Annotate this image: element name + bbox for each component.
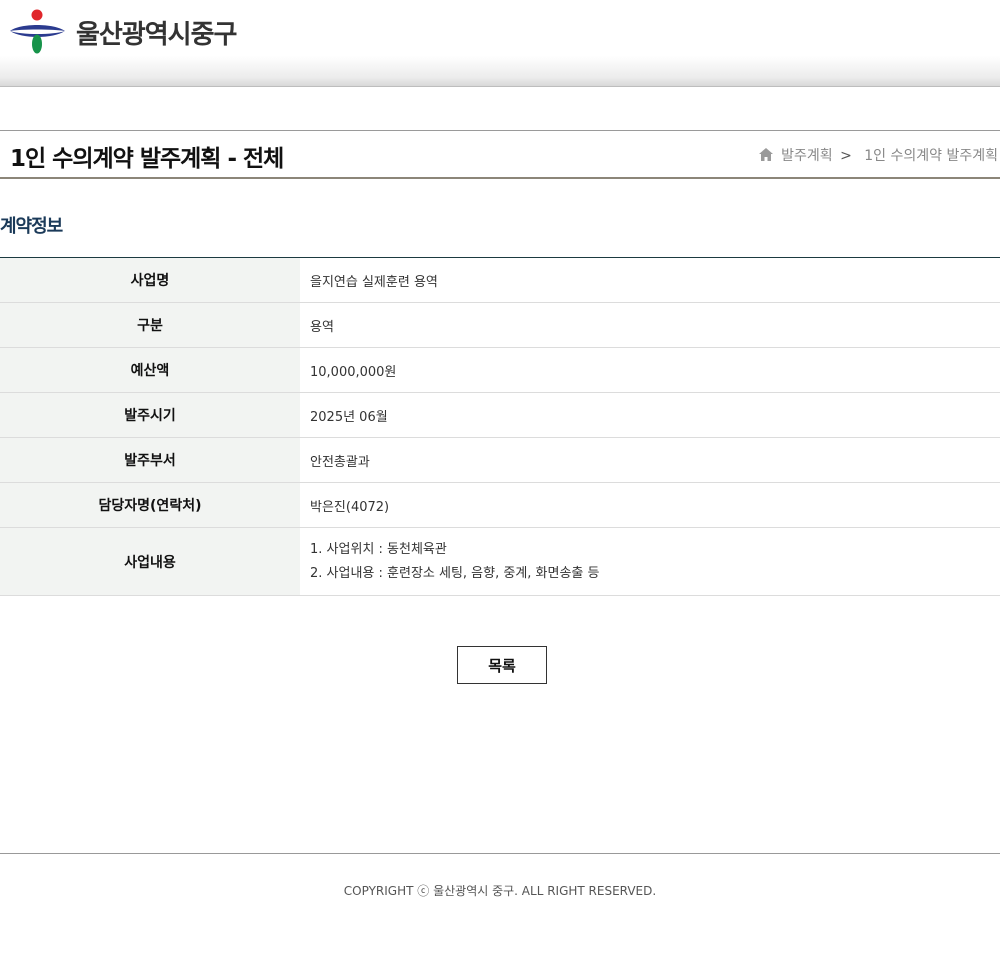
row-value: 2025년 06월 [300,392,1000,438]
ulsan-junggu-logo[interactable] [10,9,70,55]
copyright-text: COPYRIGHT ⓒ 울산광역시 중구. ALL RIGHT RESERVED… [343,884,657,898]
breadcrumb-item-current: 1인 수의계약 발주계획 [864,148,998,164]
breadcrumb: 발주계획 > 1인 수의계약 발주계획 [758,145,998,165]
page-title: 1인 수의계약 발주계획 - 전체 [10,146,284,172]
table-row: 발주부서 안전총괄과 [0,437,1000,483]
row-value: 안전총괄과 [300,437,1000,483]
breadcrumb-separator: > [840,148,852,164]
contract-info-table: 사업명 을지연습 실제훈련 용역 구분 용역 예산액 10,000,000원 발… [0,257,1000,596]
footer-divider [0,853,1000,854]
table-row: 예산액 10,000,000원 [0,347,1000,393]
table-row: 사업내용 1. 사업위치 : 동천체육관 2. 사업내용 : 훈련장소 세팅, … [0,527,1000,596]
row-label: 발주부서 [0,437,300,483]
list-button[interactable]: 목록 [457,646,547,684]
row-value: 용역 [300,302,1000,348]
row-label: 사업내용 [0,527,300,596]
row-label: 사업명 [0,257,300,303]
business-content-line: 2. 사업내용 : 훈련장소 세팅, 음향, 중계, 화면송출 등 [310,565,600,581]
table-row: 담당자명(연락처) 박은진(4072) [0,482,1000,528]
org-name[interactable]: 울산광역시중구 [76,14,237,51]
table-row: 구분 용역 [0,302,1000,348]
table-row: 사업명 을지연습 실제훈련 용역 [0,257,1000,303]
row-value: 10,000,000원 [300,347,1000,393]
row-label: 구분 [0,302,300,348]
row-value: 박은진(4072) [300,482,1000,528]
home-icon[interactable] [758,148,773,165]
row-value: 1. 사업위치 : 동천체육관 2. 사업내용 : 훈련장소 세팅, 음향, 중… [300,527,1000,596]
business-content-line: 1. 사업위치 : 동천체육관 [310,541,447,557]
row-value: 을지연습 실제훈련 용역 [300,257,1000,303]
row-label: 예산액 [0,347,300,393]
table-row: 발주시기 2025년 06월 [0,392,1000,438]
site-header: 울산광역시중구 [0,0,1000,87]
title-bar: 1인 수의계약 발주계획 - 전체 발주계획 > 1인 수의계약 발주계획 [0,130,1000,179]
row-label: 담당자명(연락처) [0,482,300,528]
breadcrumb-item-order-plan[interactable]: 발주계획 [781,148,833,164]
section-title: 계약정보 [0,216,63,237]
row-label: 발주시기 [0,392,300,438]
